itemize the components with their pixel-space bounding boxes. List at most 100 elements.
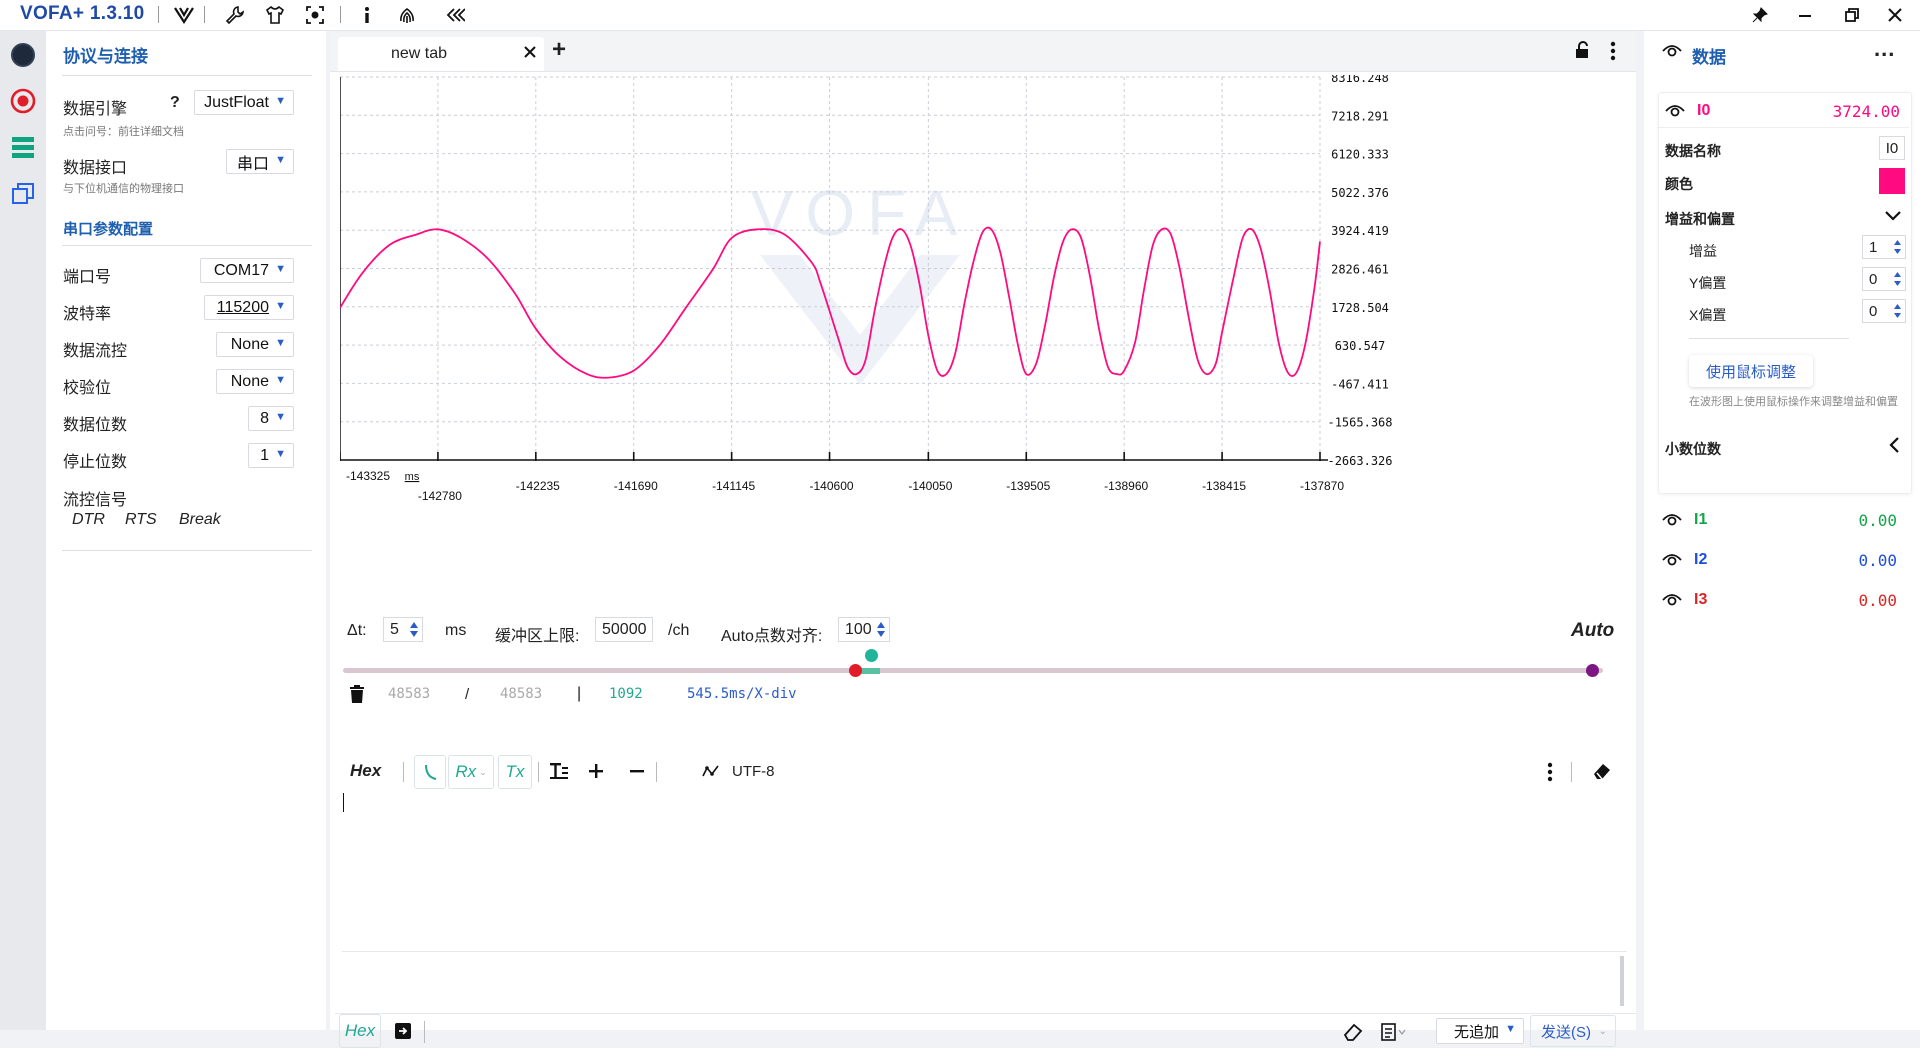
parity-select[interactable]: None ▼ (216, 369, 294, 394)
decimal-label[interactable]: 小数位数 (1665, 439, 1721, 459)
channel-row-i1[interactable]: I1 0.00 (1656, 508, 1911, 538)
spin-arrows-icon[interactable] (409, 620, 419, 639)
zoom-out-icon[interactable] (626, 755, 648, 787)
more-vert-icon[interactable] (1610, 41, 1616, 66)
buffer-input[interactable]: 50000 (595, 617, 653, 642)
rx-toggle[interactable]: Rx ⌄ (448, 755, 494, 789)
info-icon[interactable] (355, 3, 379, 27)
channel-row-i0[interactable]: I0 3724.00 (1659, 93, 1909, 128)
param-label-stopbits: 停止位数 (63, 454, 128, 471)
engine-label: 数据引擎 (63, 101, 128, 118)
name-input[interactable]: I0 (1879, 136, 1905, 160)
spin-arrows-icon[interactable] (1893, 302, 1902, 320)
unlock-icon[interactable] (1574, 41, 1592, 64)
text-cursor (343, 793, 344, 812)
maximize-button[interactable] (1837, 3, 1867, 27)
console-hex-button[interactable]: Hex (350, 755, 381, 787)
align-input[interactable]: 100 (838, 617, 890, 642)
encoding-label[interactable]: UTF-8 (732, 755, 775, 787)
tx-toggle[interactable]: Tx (498, 755, 532, 789)
channel-row-i2[interactable]: I2 0.00 (1656, 548, 1911, 578)
timeline-slider-track[interactable] (343, 668, 1603, 673)
eraser-icon[interactable] (1592, 761, 1612, 786)
slider-right-handle[interactable] (1586, 664, 1599, 677)
color-swatch[interactable] (1879, 168, 1905, 194)
eye-icon[interactable] (1662, 513, 1682, 532)
panel-menu-button[interactable]: ... (1874, 36, 1895, 62)
channel-name: I1 (1694, 511, 1708, 528)
eye-icon[interactable] (1662, 44, 1682, 63)
fingerprint-icon[interactable] (395, 3, 419, 27)
spin-arrows-icon[interactable] (1893, 238, 1902, 256)
windows-icon[interactable] (8, 178, 38, 208)
x-offset-input[interactable]: 0 (1862, 299, 1906, 323)
waveform-chart[interactable]: VOFA 8316.248 7218.291 6120.333 5022.376 392… (340, 75, 1636, 545)
text-format-icon[interactable] (546, 755, 572, 787)
baud-select[interactable]: 115200 ▼ (204, 295, 294, 320)
timestamp-toggle-icon[interactable] (414, 755, 446, 789)
engine-select[interactable]: JustFloat ▼ (194, 90, 294, 115)
trash-icon[interactable] (349, 685, 365, 708)
encoding-icon[interactable] (700, 755, 722, 787)
eye-icon[interactable] (1662, 593, 1682, 612)
interface-select[interactable]: 串口 ▼ (226, 149, 294, 174)
total-count: 48583 (500, 686, 543, 702)
databits-select-value: 8 (260, 409, 269, 427)
mouse-adjust-button[interactable]: 使用鼠标调整 (1689, 355, 1813, 387)
add-tab-button[interactable]: + (552, 36, 566, 64)
eye-icon[interactable] (1665, 104, 1685, 123)
list-view-icon[interactable] (8, 132, 38, 162)
gain-offset-section[interactable]: 增益和偏置 (1665, 209, 1735, 229)
x-tick-label: -138960 (1104, 479, 1148, 493)
databits-select[interactable]: 8 ▼ (248, 406, 294, 431)
slider-center-handle[interactable] (864, 649, 878, 662)
slider-left-handle[interactable] (848, 664, 862, 677)
more-vert-icon[interactable] (1547, 762, 1553, 787)
channel-row-i3[interactable]: I3 0.00 (1656, 588, 1911, 618)
send-hex-toggle[interactable]: Hex (339, 1014, 381, 1048)
stopbits-select[interactable]: 1 ▼ (248, 443, 294, 468)
break-button[interactable]: Break (179, 511, 221, 529)
close-tab-icon[interactable] (524, 45, 536, 63)
scrollbar[interactable] (1620, 956, 1624, 1006)
send-button[interactable]: 发送(S) ⌄ (1530, 1015, 1616, 1047)
rts-button[interactable]: RTS (125, 511, 157, 529)
data-panel: 数据 ... I0 3724.00 数据名称 I0 颜色 增益和偏置 增益 1 … (1644, 31, 1920, 1030)
caret-down-icon: ▼ (275, 95, 286, 107)
eye-icon[interactable] (1662, 553, 1682, 572)
history-icon[interactable] (1380, 1022, 1408, 1047)
zoom-in-icon[interactable] (585, 755, 607, 787)
auto-button[interactable]: Auto (1571, 620, 1614, 642)
clear-send-icon[interactable] (1343, 1022, 1363, 1047)
console-output[interactable] (342, 791, 1627, 951)
dtr-button[interactable]: DTR (72, 511, 105, 529)
close-button[interactable] (1880, 3, 1910, 27)
y-tick-label: 8316.248 (1331, 75, 1389, 85)
x-axis: -143325 -142780 -142235 -141690 -141145 -1406… (340, 452, 1344, 503)
spin-arrows-icon[interactable] (1893, 270, 1902, 288)
minimize-button[interactable] (1790, 3, 1820, 27)
flow-control-select[interactable]: None ▼ (216, 332, 294, 357)
port-select[interactable]: COM17 ▼ (200, 258, 294, 283)
record-icon[interactable] (8, 86, 38, 116)
connect-status-icon[interactable] (8, 40, 38, 70)
shirt-icon[interactable] (263, 3, 287, 27)
wrench-icon[interactable] (223, 3, 247, 27)
port-select-value: COM17 (213, 261, 269, 279)
gain-input[interactable]: 1 (1862, 235, 1906, 259)
y-offset-input[interactable]: 0 (1862, 267, 1906, 291)
help-button[interactable]: ? (170, 94, 180, 112)
collapse-icon[interactable] (443, 3, 467, 27)
vofa-logo-icon[interactable] (172, 3, 196, 27)
chevron-down-icon[interactable] (1884, 209, 1902, 227)
main-area: new tab + VOFA 8316.248 7218.291 6120.333 5… (330, 31, 1636, 1048)
append-select[interactable]: 无追加 ▼ (1436, 1018, 1524, 1044)
flow-control-value: None (230, 335, 269, 353)
tab-new[interactable]: new tab (338, 37, 544, 71)
dt-input[interactable]: 5 (383, 617, 423, 642)
spin-arrows-icon[interactable] (876, 620, 886, 639)
screenshot-icon[interactable] (303, 3, 327, 27)
import-file-icon[interactable] (393, 1021, 413, 1046)
chevron-left-icon[interactable] (1888, 436, 1900, 459)
pin-icon[interactable] (1745, 3, 1775, 27)
